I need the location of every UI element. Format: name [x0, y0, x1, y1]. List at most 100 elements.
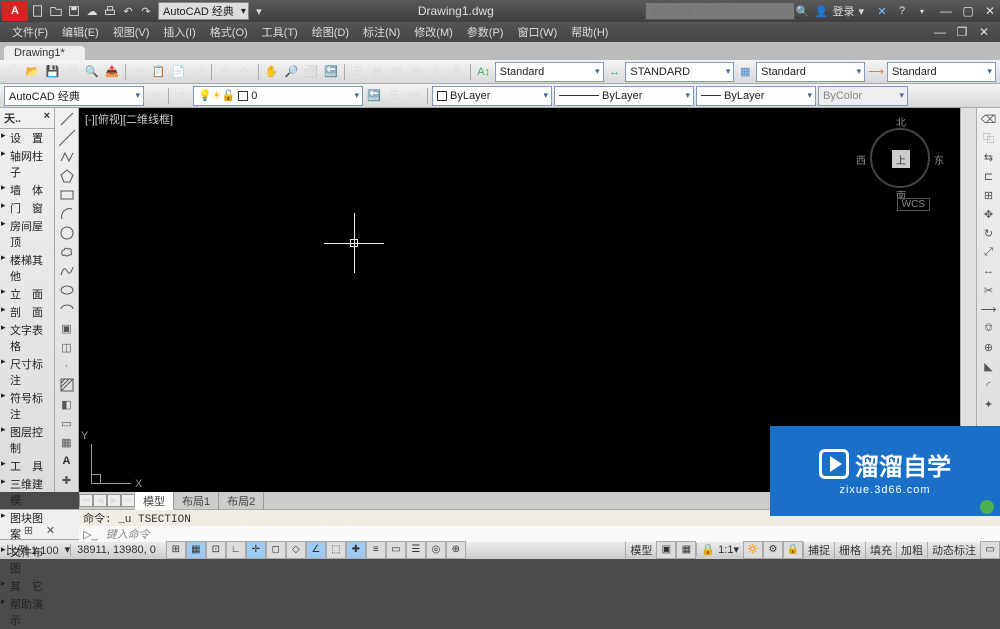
layer-mgr-icon[interactable]: ≣ [173, 87, 191, 105]
qat-saveas-icon[interactable]: ☁ [84, 3, 100, 19]
chamfer-icon[interactable]: ◣ [979, 357, 999, 375]
sb-snap-icon[interactable]: ▦ [186, 541, 206, 559]
lp-sect[interactable]: 剖 面 [0, 303, 54, 321]
lp-block[interactable]: 图块图案 [0, 509, 54, 543]
move-icon[interactable]: ✥ [979, 205, 999, 223]
sb-clean-icon[interactable]: ▭ [980, 541, 1000, 559]
explode-icon[interactable]: ✦ [979, 395, 999, 413]
layer-state-icon[interactable]: ▤ [405, 87, 423, 105]
pin-icon[interactable]: × [44, 110, 50, 126]
layer-prev-icon[interactable]: 🔙 [365, 87, 383, 105]
save-icon[interactable]: 💾 [44, 63, 62, 81]
publish-icon[interactable]: 📤 [103, 63, 121, 81]
dir-north[interactable]: 北 [896, 114, 906, 129]
menu-file[interactable]: 文件(F) [6, 22, 54, 42]
ellipse-icon[interactable] [57, 281, 77, 299]
props-icon[interactable]: ☰ [349, 63, 367, 81]
tab-next-icon[interactable]: ▶ [107, 494, 121, 507]
minimize-button[interactable]: — [936, 3, 956, 19]
textstyle-combo[interactable]: Standard [495, 62, 604, 82]
qat-redo-icon[interactable]: ↷ [138, 3, 154, 19]
sb-infer-icon[interactable]: ⊞ [166, 541, 186, 559]
qat-dropdown-icon[interactable]: ▾ [251, 3, 267, 19]
viewcube-top[interactable]: 上 [892, 150, 910, 168]
array-icon[interactable]: ⊞ [979, 186, 999, 204]
qat-save-icon[interactable] [66, 3, 82, 19]
menu-tools[interactable]: 工具(T) [256, 22, 304, 42]
dc-icon[interactable]: ▦ [369, 63, 387, 81]
insert-icon[interactable]: ▣ [57, 319, 77, 337]
new-icon[interactable]: 🗋 [4, 63, 22, 81]
sb-sc-icon[interactable]: ◎ [426, 541, 446, 559]
lp-file[interactable]: 文件布图 [0, 543, 54, 577]
wcs-label[interactable]: WCS [897, 198, 930, 211]
dir-east[interactable]: 东 [934, 152, 944, 167]
lp-text[interactable]: 文字表格 [0, 321, 54, 355]
revcloud-icon[interactable] [57, 243, 77, 261]
trim-icon[interactable]: ✂ [979, 281, 999, 299]
rotate-icon[interactable]: ↻ [979, 224, 999, 242]
exchange-icon[interactable]: ✕ [874, 3, 890, 19]
join-icon[interactable]: ⊕ [979, 338, 999, 356]
search-input[interactable] [645, 2, 795, 20]
pan-icon[interactable]: ✋ [263, 63, 281, 81]
sb-lw-icon[interactable]: ≡ [366, 541, 386, 559]
lp-stair[interactable]: 楼梯其他 [0, 251, 54, 285]
panel-title[interactable]: 天..× [0, 108, 54, 129]
sb-grid-icon[interactable]: ⊡ [206, 541, 226, 559]
match-icon[interactable]: 🖌 [189, 63, 207, 81]
ellipsearc-icon[interactable] [57, 300, 77, 318]
break-icon[interactable]: ⎊ [979, 319, 999, 337]
markup-icon[interactable]: ✎ [428, 63, 446, 81]
help-icon[interactable]: ? [894, 3, 910, 19]
layer-iso-icon[interactable]: ☰ [385, 87, 403, 105]
lp-settings[interactable]: 设 置 [0, 129, 54, 147]
sb-layout-icon[interactable]: ▣ [656, 541, 676, 559]
stretch-icon[interactable]: ↔ [979, 262, 999, 280]
zoom-win-icon[interactable]: ⬜ [302, 63, 320, 81]
sb-am-icon[interactable]: ⊕ [446, 541, 466, 559]
scale-icon[interactable]: ⤢ [979, 243, 999, 261]
viewport-label[interactable]: [-][俯视][二维线框] [85, 111, 173, 127]
sb-ws-icon[interactable]: ⚙ [763, 541, 783, 559]
print-icon[interactable]: 🖨 [63, 63, 81, 81]
tp-icon[interactable]: ▧ [389, 63, 407, 81]
lp-grid[interactable]: 轴网柱子 [0, 147, 54, 181]
qat-new-icon[interactable] [30, 3, 46, 19]
addsel-icon[interactable]: ✚ [57, 471, 77, 489]
workspace-combo[interactable]: AutoCAD 经典 [4, 86, 144, 106]
sb-dyn-icon[interactable]: ✚ [346, 541, 366, 559]
lp-door[interactable]: 门 窗 [0, 199, 54, 217]
sb-t2[interactable]: 栅格 [834, 542, 865, 558]
sb-osnap-icon[interactable]: ◻ [266, 541, 286, 559]
tbs-icon[interactable]: ▦ [736, 63, 754, 81]
sb-t1[interactable]: 捕捉 [803, 542, 834, 558]
menu-dim[interactable]: 标注(N) [357, 22, 406, 42]
point-icon[interactable]: · [57, 357, 77, 375]
help-dd-icon[interactable]: ▾ [914, 3, 930, 19]
menu-view[interactable]: 视图(V) [107, 22, 156, 42]
lp-elev[interactable]: 立 面 [0, 285, 54, 303]
sb-annoscale[interactable]: 🔒 1:1▾ [696, 543, 743, 556]
zoom-rt-icon[interactable]: 🔎 [283, 63, 301, 81]
copy2-icon[interactable]: ⿻ [979, 129, 999, 147]
qat-undo-icon[interactable]: ↶ [120, 3, 136, 19]
coord-display[interactable]: 38911, 13980, 0 [70, 544, 162, 556]
menu-insert[interactable]: 插入(I) [157, 22, 201, 42]
layout1-tab[interactable]: 布局1 [174, 492, 219, 510]
model-tab[interactable]: 模型 [135, 492, 174, 510]
sb-ortho-icon[interactable]: ∟ [226, 541, 246, 559]
redo-icon[interactable]: ↷ [236, 63, 254, 81]
lineweight-combo[interactable]: ByLayer [696, 86, 816, 106]
extend-icon[interactable]: ⟶ [979, 300, 999, 318]
sb-tr-icon[interactable]: ▭ [386, 541, 406, 559]
copy-icon[interactable]: 📋 [150, 63, 168, 81]
cut-icon[interactable]: ✂ [130, 63, 148, 81]
dimstyle-combo[interactable]: STANDARD [625, 62, 734, 82]
open-icon[interactable]: 📂 [24, 63, 42, 81]
line-icon[interactable] [57, 110, 77, 128]
sb-polar-icon[interactable]: ✛ [246, 541, 266, 559]
sb-qp-icon[interactable]: ☰ [406, 541, 426, 559]
lp-layer[interactable]: 图层控制 [0, 423, 54, 457]
sb-otrack-icon[interactable]: ∠ [306, 541, 326, 559]
